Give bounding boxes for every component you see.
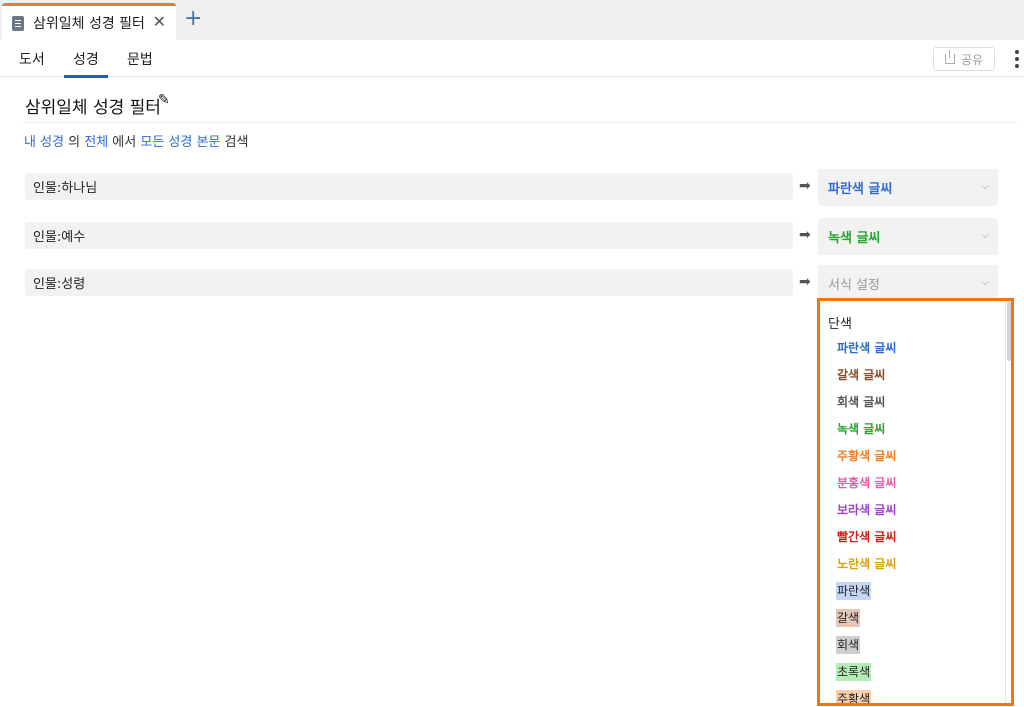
format-dropdown: 단색 파란색 글씨갈색 글씨회색 글씨녹색 글씨주황색 글씨분홍색 글씨보라색 …	[817, 298, 1014, 706]
format-select-value: 파란색 글씨	[828, 182, 893, 197]
format-option[interactable]: 노란색 글씨	[836, 555, 897, 573]
format-select-value: 녹색 글씨	[828, 231, 881, 246]
filter-query-input[interactable]: 인물:예수	[25, 222, 793, 249]
scope-text: 에서	[108, 135, 141, 150]
format-option[interactable]: 회색 글씨	[836, 393, 886, 411]
format-option[interactable]: 파란색 글씨	[836, 339, 897, 357]
format-option[interactable]: 주황색	[836, 690, 872, 703]
share-label: 공유	[960, 52, 984, 67]
arrow-right-icon: ➡	[799, 178, 811, 194]
filter-query-input[interactable]: 인물:하나님	[25, 173, 793, 200]
format-option[interactable]: 분홍색 글씨	[836, 474, 897, 492]
document-tab-label: 삼위일체 성경 필터	[33, 16, 145, 32]
menu-item-bible[interactable]: 성경	[64, 49, 108, 78]
filter-query-input[interactable]: 인물:성령	[25, 269, 793, 296]
scope-my-bible-link[interactable]: 내 성경	[24, 135, 64, 150]
close-icon[interactable]: ✕	[153, 14, 166, 30]
scope-text-link[interactable]: 모든 성경 본문	[140, 135, 220, 150]
format-select[interactable]: 녹색 글씨 ⌵	[818, 218, 998, 255]
share-icon	[944, 50, 955, 64]
group-header-solid: 단색	[828, 317, 852, 332]
format-select-placeholder: 서식 설정	[828, 278, 880, 293]
format-option[interactable]: 주황색 글씨	[836, 447, 897, 465]
arrow-right-icon: ➡	[799, 227, 811, 243]
scope-text: 검색	[220, 135, 249, 150]
arrow-right-icon: ➡	[799, 274, 811, 290]
scrollbar[interactable]	[1007, 301, 1011, 361]
scope-text: 의	[64, 135, 85, 150]
scope-range-link[interactable]: 전체	[84, 135, 108, 150]
divider	[22, 122, 1018, 123]
dropdown-list: 단색 파란색 글씨갈색 글씨회색 글씨녹색 글씨주황색 글씨분홍색 글씨보라색 …	[820, 301, 1006, 703]
document-icon	[12, 15, 24, 31]
format-select-open[interactable]: 서식 설정 ⌵	[818, 265, 998, 302]
document-tab[interactable]: 삼위일체 성경 필터 ✕	[2, 3, 176, 40]
format-option[interactable]: 파란색	[836, 582, 872, 600]
format-option[interactable]: 갈색	[836, 609, 861, 627]
format-option[interactable]: 초록색	[836, 663, 872, 681]
chevron-down-icon: ⌵	[981, 181, 989, 192]
menu-item-grammar[interactable]: 문법	[127, 49, 153, 69]
chevron-down-icon: ⌵	[981, 230, 989, 241]
format-option[interactable]: 회색	[836, 636, 861, 654]
format-option[interactable]: 빨간색 글씨	[836, 528, 897, 546]
page-title[interactable]: 삼위일체 성경 필터	[25, 93, 161, 118]
new-tab-plus-icon[interactable]: +	[184, 8, 202, 30]
search-scope: 내 성경 의 전체 에서 모든 성경 본문 검색	[24, 131, 248, 150]
more-options-icon[interactable]	[1015, 50, 1019, 68]
tab-strip: 삼위일체 성경 필터 ✕ +	[0, 0, 1024, 40]
menu-bar: 도서 성경 문법 공유	[0, 40, 1024, 78]
format-option[interactable]: 갈색 글씨	[836, 366, 886, 384]
format-option[interactable]: 보라색 글씨	[836, 501, 897, 519]
share-button[interactable]: 공유	[933, 47, 995, 71]
format-select[interactable]: 파란색 글씨 ⌵	[818, 169, 998, 206]
pencil-icon[interactable]: ✎	[158, 92, 170, 108]
format-option[interactable]: 녹색 글씨	[836, 420, 886, 438]
menu-item-books[interactable]: 도서	[19, 49, 45, 69]
chevron-down-icon: ⌵	[981, 277, 989, 288]
